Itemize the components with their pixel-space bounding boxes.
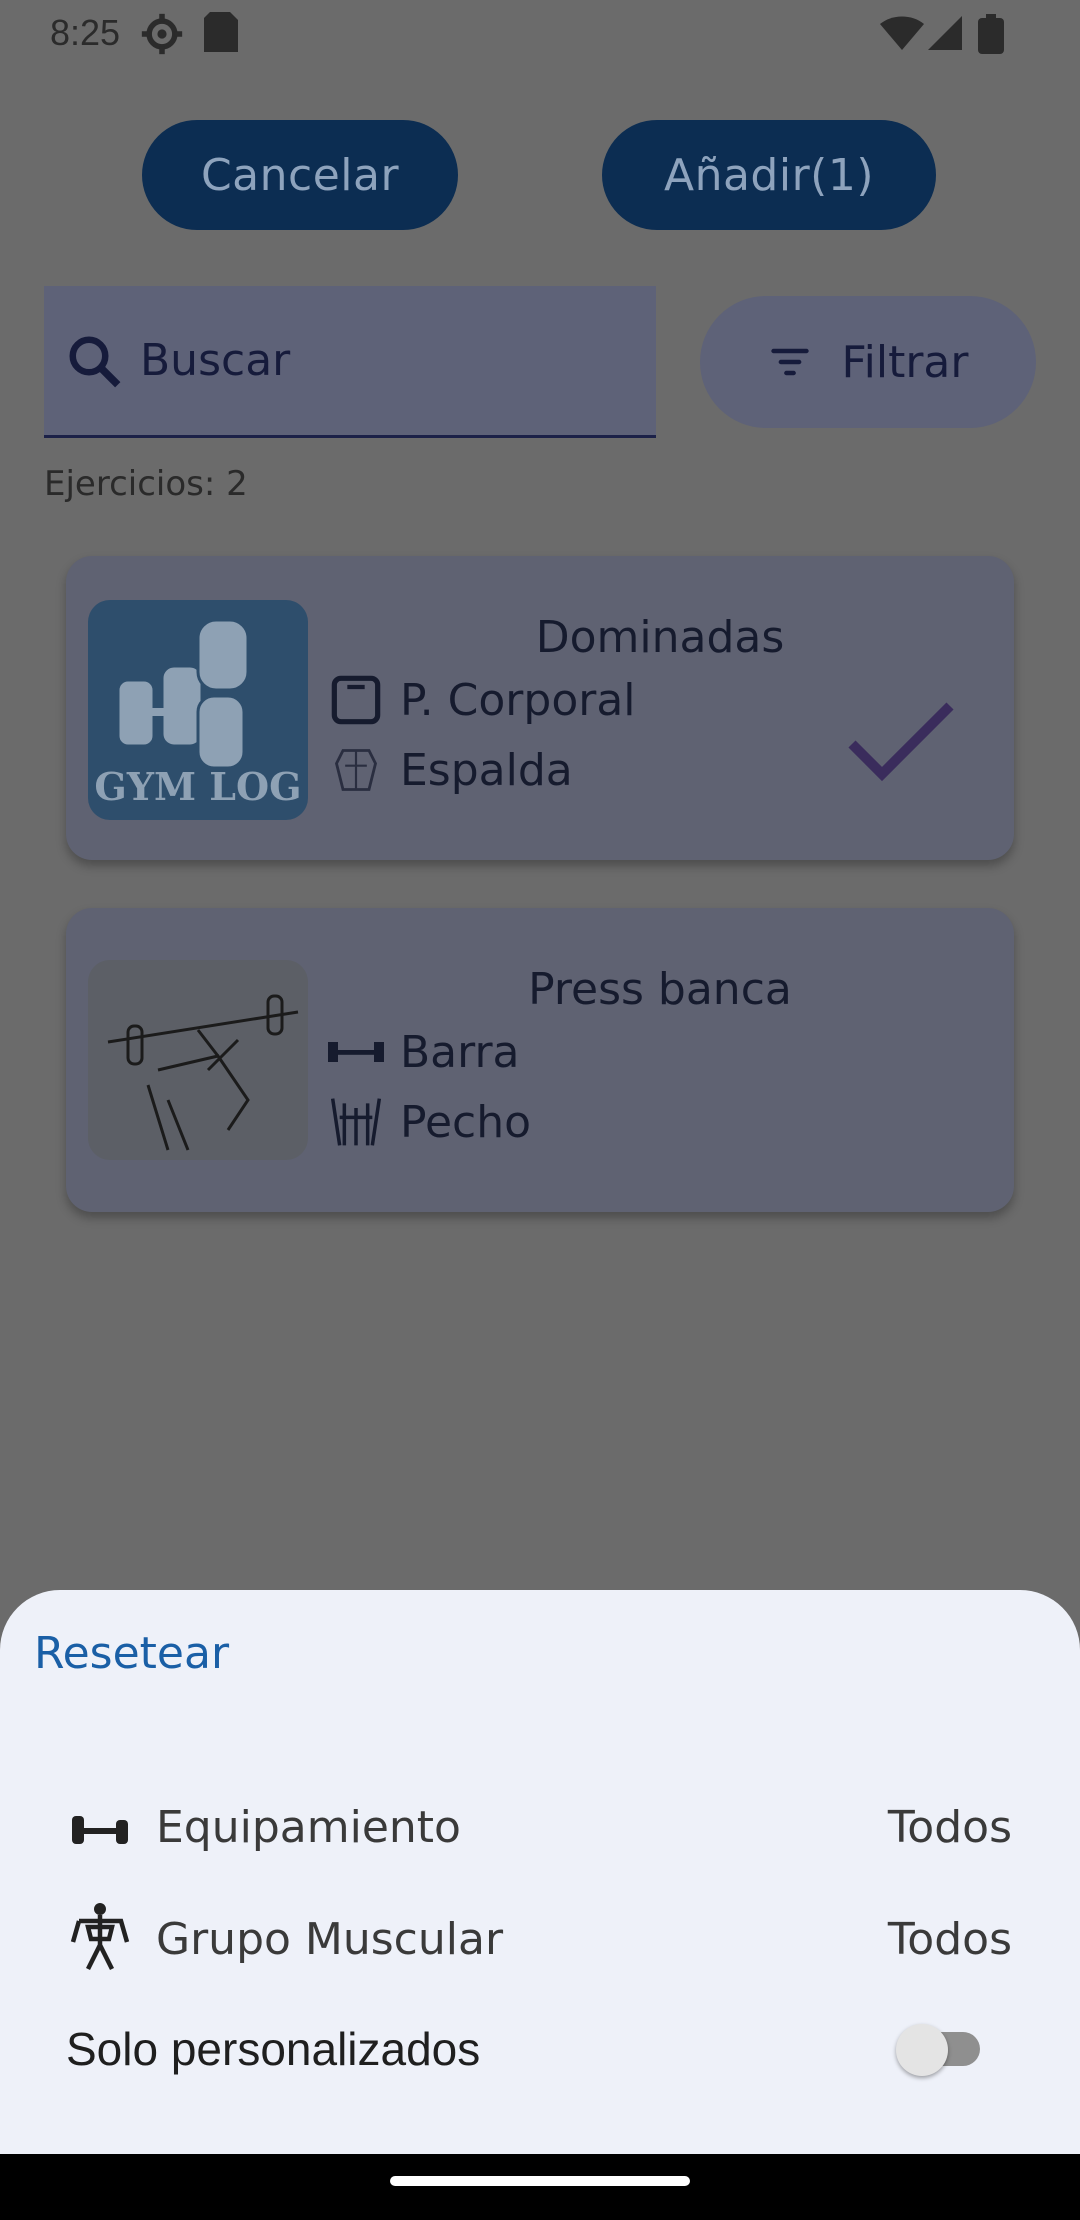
search-icon <box>69 336 121 387</box>
filter-button[interactable]: Filtrar <box>700 296 1036 428</box>
sd-card-icon <box>204 12 238 52</box>
exercise-name: Dominadas <box>535 612 785 663</box>
muscle-group-label: Grupo Muscular <box>156 1914 504 1965</box>
equipment-label: P. Corporal <box>400 674 636 726</box>
exercise-name: Press banca <box>528 964 792 1015</box>
battery-icon <box>978 14 1004 54</box>
signal-icon <box>928 16 962 50</box>
muscle-label: Espalda <box>400 744 573 796</box>
search-input[interactable]: Buscar <box>44 286 656 438</box>
equipment-value: Todos <box>887 1802 1012 1853</box>
barbell-icon <box>328 1024 384 1080</box>
settings-icon <box>141 13 183 55</box>
exercise-card[interactable]: GYM LOG Dominadas P. Corporal Espalda <box>66 556 1014 860</box>
cancel-button[interactable]: Cancelar <box>142 120 458 230</box>
filter-icon <box>770 348 809 376</box>
reset-button[interactable]: Resetear <box>34 1628 229 1679</box>
search-placeholder: Buscar <box>140 335 291 386</box>
scale-icon <box>328 672 384 728</box>
back-muscle-icon <box>328 742 384 798</box>
equipment-filter-row[interactable]: Equipamiento Todos <box>0 1784 1080 1884</box>
exercise-thumbnail <box>88 960 308 1160</box>
exercise-count: Ejercicios: 2 <box>44 464 248 504</box>
exercise-card[interactable]: Press banca Barra Pecho <box>66 908 1014 1212</box>
custom-only-label: Solo personalizados <box>66 2023 481 2075</box>
wifi-icon <box>880 16 924 50</box>
bench-press-illustration <box>107 994 299 1151</box>
status-time: 8:25 <box>50 12 121 53</box>
equipment-label: Barra <box>400 1026 520 1078</box>
home-indicator[interactable] <box>390 2176 690 2186</box>
muscle-group-value: Todos <box>887 1914 1012 1965</box>
logo-text: GYM LOG <box>94 764 301 809</box>
add-button[interactable]: Añadir(1) <box>602 120 936 230</box>
exercise-thumbnail: GYM LOG <box>88 600 308 820</box>
gym-log-logo: GYM LOG <box>94 618 302 809</box>
filter-label: Filtrar <box>841 336 969 388</box>
checkmark-icon <box>848 702 954 782</box>
muscle-body-icon <box>70 1903 130 1971</box>
toggle-knob[interactable] <box>896 2024 948 2076</box>
chest-muscle-icon <box>328 1094 384 1150</box>
navigation-bar <box>0 2154 1080 2220</box>
dumbbell-icon <box>72 1816 128 1844</box>
muscle-group-filter-row[interactable]: Grupo Muscular Todos <box>0 1896 1080 1996</box>
muscle-label: Pecho <box>400 1096 532 1148</box>
equipment-label: Equipamiento <box>156 1802 461 1853</box>
